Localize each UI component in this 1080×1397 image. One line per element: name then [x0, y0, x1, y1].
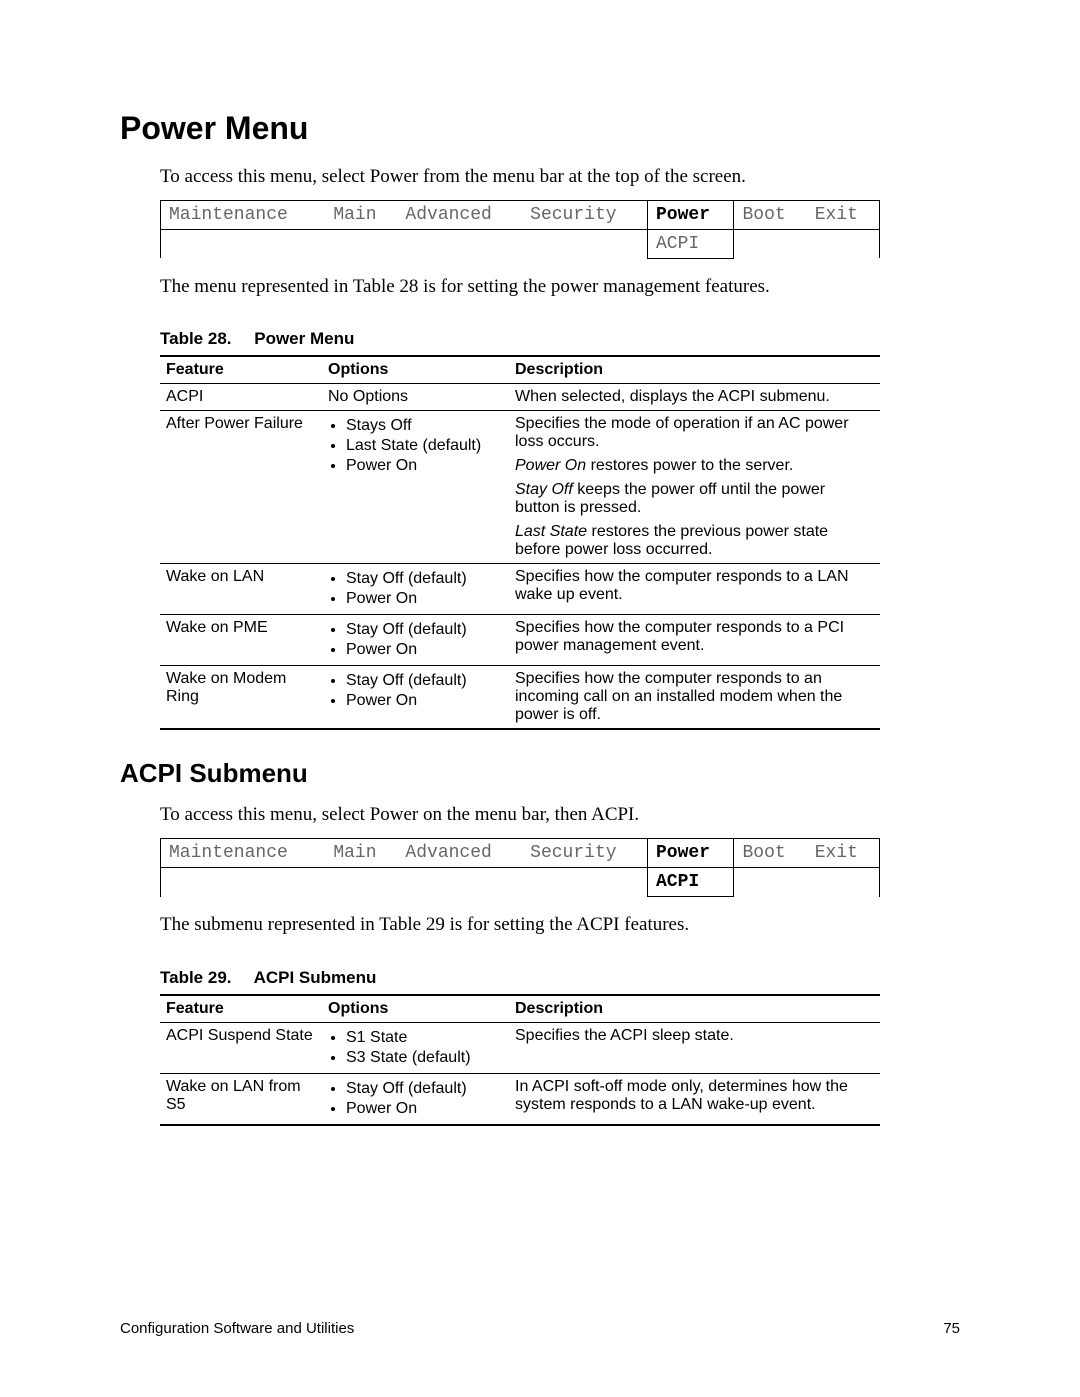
cell-feature: Wake on LAN from S5 [160, 1073, 322, 1125]
option-item: Power On [346, 641, 503, 659]
after-menubar-1: The menu represented in Table 28 is for … [160, 275, 960, 300]
option-item: Stay Off (default) [346, 672, 503, 690]
table28-caption: Table 28. Power Menu [160, 329, 960, 349]
cell-options: Stay Off (default) Power On [322, 564, 509, 615]
menu-sub-acpi: ACPI [648, 229, 734, 258]
option-item: Stay Off (default) [346, 570, 503, 588]
menu-item-boot: Boot [734, 200, 807, 229]
menu-item-advanced: Advanced [397, 200, 522, 229]
page-title: Power Menu [120, 110, 960, 147]
menu-bar-1: Maintenance Main Advanced Security Power… [160, 200, 880, 259]
option-item: Stay Off (default) [346, 1080, 503, 1098]
table-row: Wake on LAN Stay Off (default) Power On Spe… [160, 564, 880, 615]
cell-description: In ACPI soft-off mode only, determines h… [509, 1073, 880, 1125]
acpi-submenu-title: ACPI Submenu [120, 758, 960, 789]
option-item: Power On [346, 1100, 503, 1118]
menu-bar-2: Maintenance Main Advanced Security Power… [160, 838, 880, 897]
table28-caption-title: Power Menu [254, 329, 354, 348]
menu2-sub-acpi: ACPI [648, 868, 734, 897]
option-item: Power On [346, 590, 503, 608]
cell-description: Specifies how the computer responds to a… [509, 564, 880, 615]
menu2-item-security: Security [522, 839, 647, 868]
cell-description: Specifies how the computer responds to a… [509, 615, 880, 666]
option-item: Power On [346, 692, 503, 710]
cell-options: Stay Off (default) Power On [322, 1073, 509, 1125]
menu2-item-main: Main [325, 839, 397, 868]
table28-caption-num: Table 28. [160, 329, 232, 348]
option-item: Stay Off (default) [346, 621, 503, 639]
table29-header-options: Options [322, 995, 509, 1023]
cell-options: Stay Off (default) Power On [322, 615, 509, 666]
intro-paragraph-2: To access this menu, select Power on the… [160, 803, 960, 828]
cell-options: Stays Off Last State (default) Power On [322, 411, 509, 564]
cell-feature: After Power Failure [160, 411, 322, 564]
cell-description: When selected, displays the ACPI submenu… [509, 384, 880, 411]
option-item: Last State (default) [346, 437, 503, 455]
footer-right: 75 [943, 1320, 960, 1337]
table29: Feature Options Description ACPI Suspend… [160, 994, 880, 1126]
option-item: S3 State (default) [346, 1049, 503, 1067]
table29-caption-num: Table 29. [160, 968, 232, 987]
table-row: ACPINo OptionsWhen selected, displays th… [160, 384, 880, 411]
table-row: After Power Failure Stays Off Last State (… [160, 411, 880, 564]
cell-description: Specifies the mode of operation if an AC… [509, 411, 880, 564]
menu2-item-advanced: Advanced [397, 839, 522, 868]
table29-header-feature: Feature [160, 995, 322, 1023]
cell-feature: Wake on PME [160, 615, 322, 666]
table28-header-description: Description [509, 356, 880, 384]
intro-paragraph-1: To access this menu, select Power from t… [160, 165, 960, 190]
cell-feature: ACPI [160, 384, 322, 411]
table28: Feature Options Description ACPINo Optio… [160, 355, 880, 730]
table-row: Wake on Modem Ring Stay Off (default) Powe… [160, 666, 880, 730]
menu2-item-exit: Exit [807, 839, 880, 868]
table29-caption-title: ACPI Submenu [254, 968, 377, 987]
menu2-item-boot: Boot [734, 839, 807, 868]
menu-item-power: Power [648, 200, 734, 229]
footer-left: Configuration Software and Utilities [120, 1320, 354, 1337]
menu-item-main: Main [325, 200, 397, 229]
table29-caption: Table 29. ACPI Submenu [160, 968, 960, 988]
cell-options: S1 State S3 State (default) [322, 1022, 509, 1073]
page: Power Menu To access this menu, select P… [0, 0, 1080, 1397]
option-item: Stays Off [346, 417, 503, 435]
table-row: ACPI Suspend State S1 State S3 State (defa… [160, 1022, 880, 1073]
cell-description: Specifies the ACPI sleep state. [509, 1022, 880, 1073]
cell-description: Specifies how the computer responds to a… [509, 666, 880, 730]
table-row: Wake on LAN from S5 Stay Off (default) Pow… [160, 1073, 880, 1125]
table-row: Wake on PME Stay Off (default) Power On Spe… [160, 615, 880, 666]
menu2-item-maintenance: Maintenance [161, 839, 326, 868]
table28-header-options: Options [322, 356, 509, 384]
cell-options: Stay Off (default) Power On [322, 666, 509, 730]
cell-feature: Wake on LAN [160, 564, 322, 615]
table28-header-feature: Feature [160, 356, 322, 384]
menu-item-exit: Exit [807, 200, 880, 229]
page-footer: Configuration Software and Utilities 75 [120, 1320, 960, 1337]
option-item: Power On [346, 457, 503, 475]
after-menubar-2: The submenu represented in Table 29 is f… [160, 913, 960, 938]
menu-item-security: Security [522, 200, 647, 229]
option-item: S1 State [346, 1029, 503, 1047]
cell-feature: Wake on Modem Ring [160, 666, 322, 730]
cell-options: No Options [322, 384, 509, 411]
menu2-item-power: Power [648, 839, 734, 868]
menu-item-maintenance: Maintenance [161, 200, 326, 229]
cell-feature: ACPI Suspend State [160, 1022, 322, 1073]
table29-header-description: Description [509, 995, 880, 1023]
